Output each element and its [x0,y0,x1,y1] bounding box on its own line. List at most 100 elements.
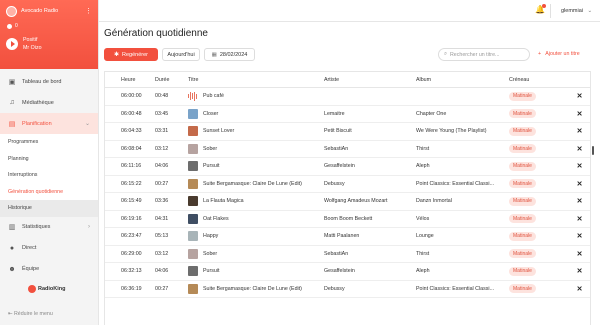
cell-album: Lounge [416,233,434,240]
cell-duration: 04:06 [155,268,169,275]
nav-item-label: Statistiques [22,224,51,230]
nav-item-stats[interactable]: ▥ Statistiques › [0,217,98,238]
table-row[interactable]: 06:04:33 03:31 Sunset Lover Petit Biscui… [105,123,590,141]
cell-title: Pub café [188,91,324,101]
nav-sub-interruptions[interactable]: Interruptions [0,167,98,184]
cell-duration: 00:27 [155,285,169,292]
title-text: Oat Flakes [203,215,229,222]
column-header-artist[interactable]: Artiste [324,77,416,83]
remove-track-button[interactable]: ✕ [569,92,590,100]
table-row[interactable]: 06:23:47 05:13 Happy Matti Paalanen Loun… [105,228,590,246]
cell-time: 06:19:16 [121,215,142,222]
cell-duration: 04:31 [155,215,169,222]
album-cover [188,161,198,172]
cell-album: Thirst [416,250,430,257]
nav-item-live[interactable]: ● Direct [0,238,98,259]
remove-track-button[interactable]: ✕ [569,197,590,205]
collapse-label: Réduire le menu [13,311,53,317]
column-header-title[interactable]: Titre [188,77,324,83]
remove-track-button[interactable]: ✕ [569,232,590,240]
collapse-menu-button[interactable]: ⇤ Réduire le menu [8,311,53,317]
user-menu[interactable]: glemmiai ⌄ [561,8,592,14]
table-row[interactable]: 06:29:00 03:12 Sober SebastiAn Thirst Ma… [105,246,590,263]
team-icon: ☻ [8,265,16,273]
cell-slot: Matinale [509,161,569,171]
gear-icon: ✱ [113,52,120,58]
slot-badge: Matinale [509,249,536,259]
remove-track-button[interactable]: ✕ [569,285,590,293]
remove-track-button[interactable]: ✕ [569,250,590,258]
nav-item-team[interactable]: ☻ Équipe [0,259,98,280]
table-row[interactable]: 06:00:00 00:48 Pub café Matinale ✕ [105,88,590,106]
cell-title: Sunset Lover [188,126,324,137]
nav-item-label: Direct [22,245,37,251]
table-row[interactable]: 06:19:16 04:31 Oat Flakes Boom Boom Beck… [105,211,590,228]
now-playing-artist: Mr Oizo [23,45,42,51]
cell-time: 06:15:49 [121,198,142,205]
stats-icon: ▥ [8,224,16,231]
title-text: Pub café [203,93,224,100]
cell-duration: 03:12 [155,250,169,257]
remove-track-button[interactable]: ✕ [569,145,590,153]
table-row[interactable]: 06:08:04 03:12 Sober SebastiAn Thirst Ma… [105,141,590,158]
column-header-album[interactable]: Album [416,77,509,83]
album-cover [188,248,198,259]
cell-duration: 03:36 [155,198,169,205]
regenerate-button[interactable]: ✱ Regénérer [104,48,158,61]
cell-artist: Debussy [324,180,345,187]
nav-sub-programmes[interactable]: Programmes [0,134,98,151]
station-selector[interactable]: Avocado Radio ⋮ [0,0,98,22]
column-header-duration[interactable]: Durée [155,77,188,83]
scrollbar-thumb[interactable] [592,146,594,155]
station-logo [6,5,17,17]
search-input[interactable]: ⌕ Rechercher un titre... [438,48,530,61]
table-row[interactable]: 06:15:22 00:27 Suite Bergamasque: Claire… [105,176,590,193]
add-title-button[interactable]: + Ajouter un titre [538,51,580,57]
cell-artist: Debussy [324,285,345,292]
date-picker[interactable]: ▦ 28/02/2024 [204,48,255,61]
cell-time: 06:29:00 [121,250,142,257]
nav-sub-planning[interactable]: Planning [0,150,98,167]
cell-title: Oat Flakes [188,213,324,224]
nav-item-library[interactable]: ♫ Médiathèque [0,92,98,113]
table-row[interactable]: 06:15:49 03:36 La Flauta Magica Wolfgang… [105,193,590,211]
listeners-indicator: 0 [0,22,98,30]
add-title-label: Ajouter un titre [545,51,580,57]
today-button[interactable]: Aujourd'hui [162,48,200,61]
table-row[interactable]: 06:36:19 00:27 Suite Bergamasque: Claire… [105,281,590,298]
nav-item-dashboard[interactable]: ▣ Tableau de bord [0,71,98,92]
cell-album: Point Classics: Essential Classi... [416,285,495,292]
table-row[interactable]: 06:32:13 04:06 Pursuit Gesaffelstein Ale… [105,263,590,281]
more-options-icon[interactable]: ⋮ [85,7,92,15]
remove-track-button[interactable]: ✕ [569,162,590,170]
cell-slot: Matinale [509,144,569,154]
notifications-button[interactable]: 🔔 [535,4,546,14]
remove-track-button[interactable]: ✕ [569,110,590,118]
nav-item-planning[interactable]: ▤ Planification ⌄ [0,113,98,134]
cell-artist: Gesaffelstein [324,268,355,275]
cell-slot: Matinale [509,179,569,189]
table-row[interactable]: 06:00:48 03:45 Closer Lemaitre Chapter O… [105,106,590,123]
search-icon: ⌕ [444,51,447,57]
remove-track-button[interactable]: ✕ [569,127,590,135]
album-cover [188,213,198,224]
remove-track-button[interactable]: ✕ [569,180,590,188]
column-header-slot[interactable]: Créneau [509,77,569,83]
close-icon: ✕ [576,110,583,118]
title-text: La Flauta Magica [203,198,244,205]
remove-track-button[interactable]: ✕ [569,215,590,223]
close-icon: ✕ [576,268,583,276]
close-icon: ✕ [576,180,583,188]
cell-slot: Matinale [509,284,569,294]
nav-sub-history[interactable]: Historique [0,200,98,217]
nav-sub-daily-generation[interactable]: Génération quotidienne [0,183,98,200]
cell-artist: Gesaffelstein [324,163,355,170]
top-bar: 🔔 glemmiai ⌄ [99,0,600,22]
table-header: Heure Durée Titre Artiste Album Créneau [105,72,590,88]
column-header-time[interactable]: Heure [105,77,155,83]
remove-track-button[interactable]: ✕ [569,267,590,275]
cell-album: Thirst [416,145,430,152]
album-cover [188,266,198,277]
table-row[interactable]: 06:11:16 04:06 Pursuit Gesaffelstein Ale… [105,158,590,176]
play-icon[interactable] [6,38,18,50]
